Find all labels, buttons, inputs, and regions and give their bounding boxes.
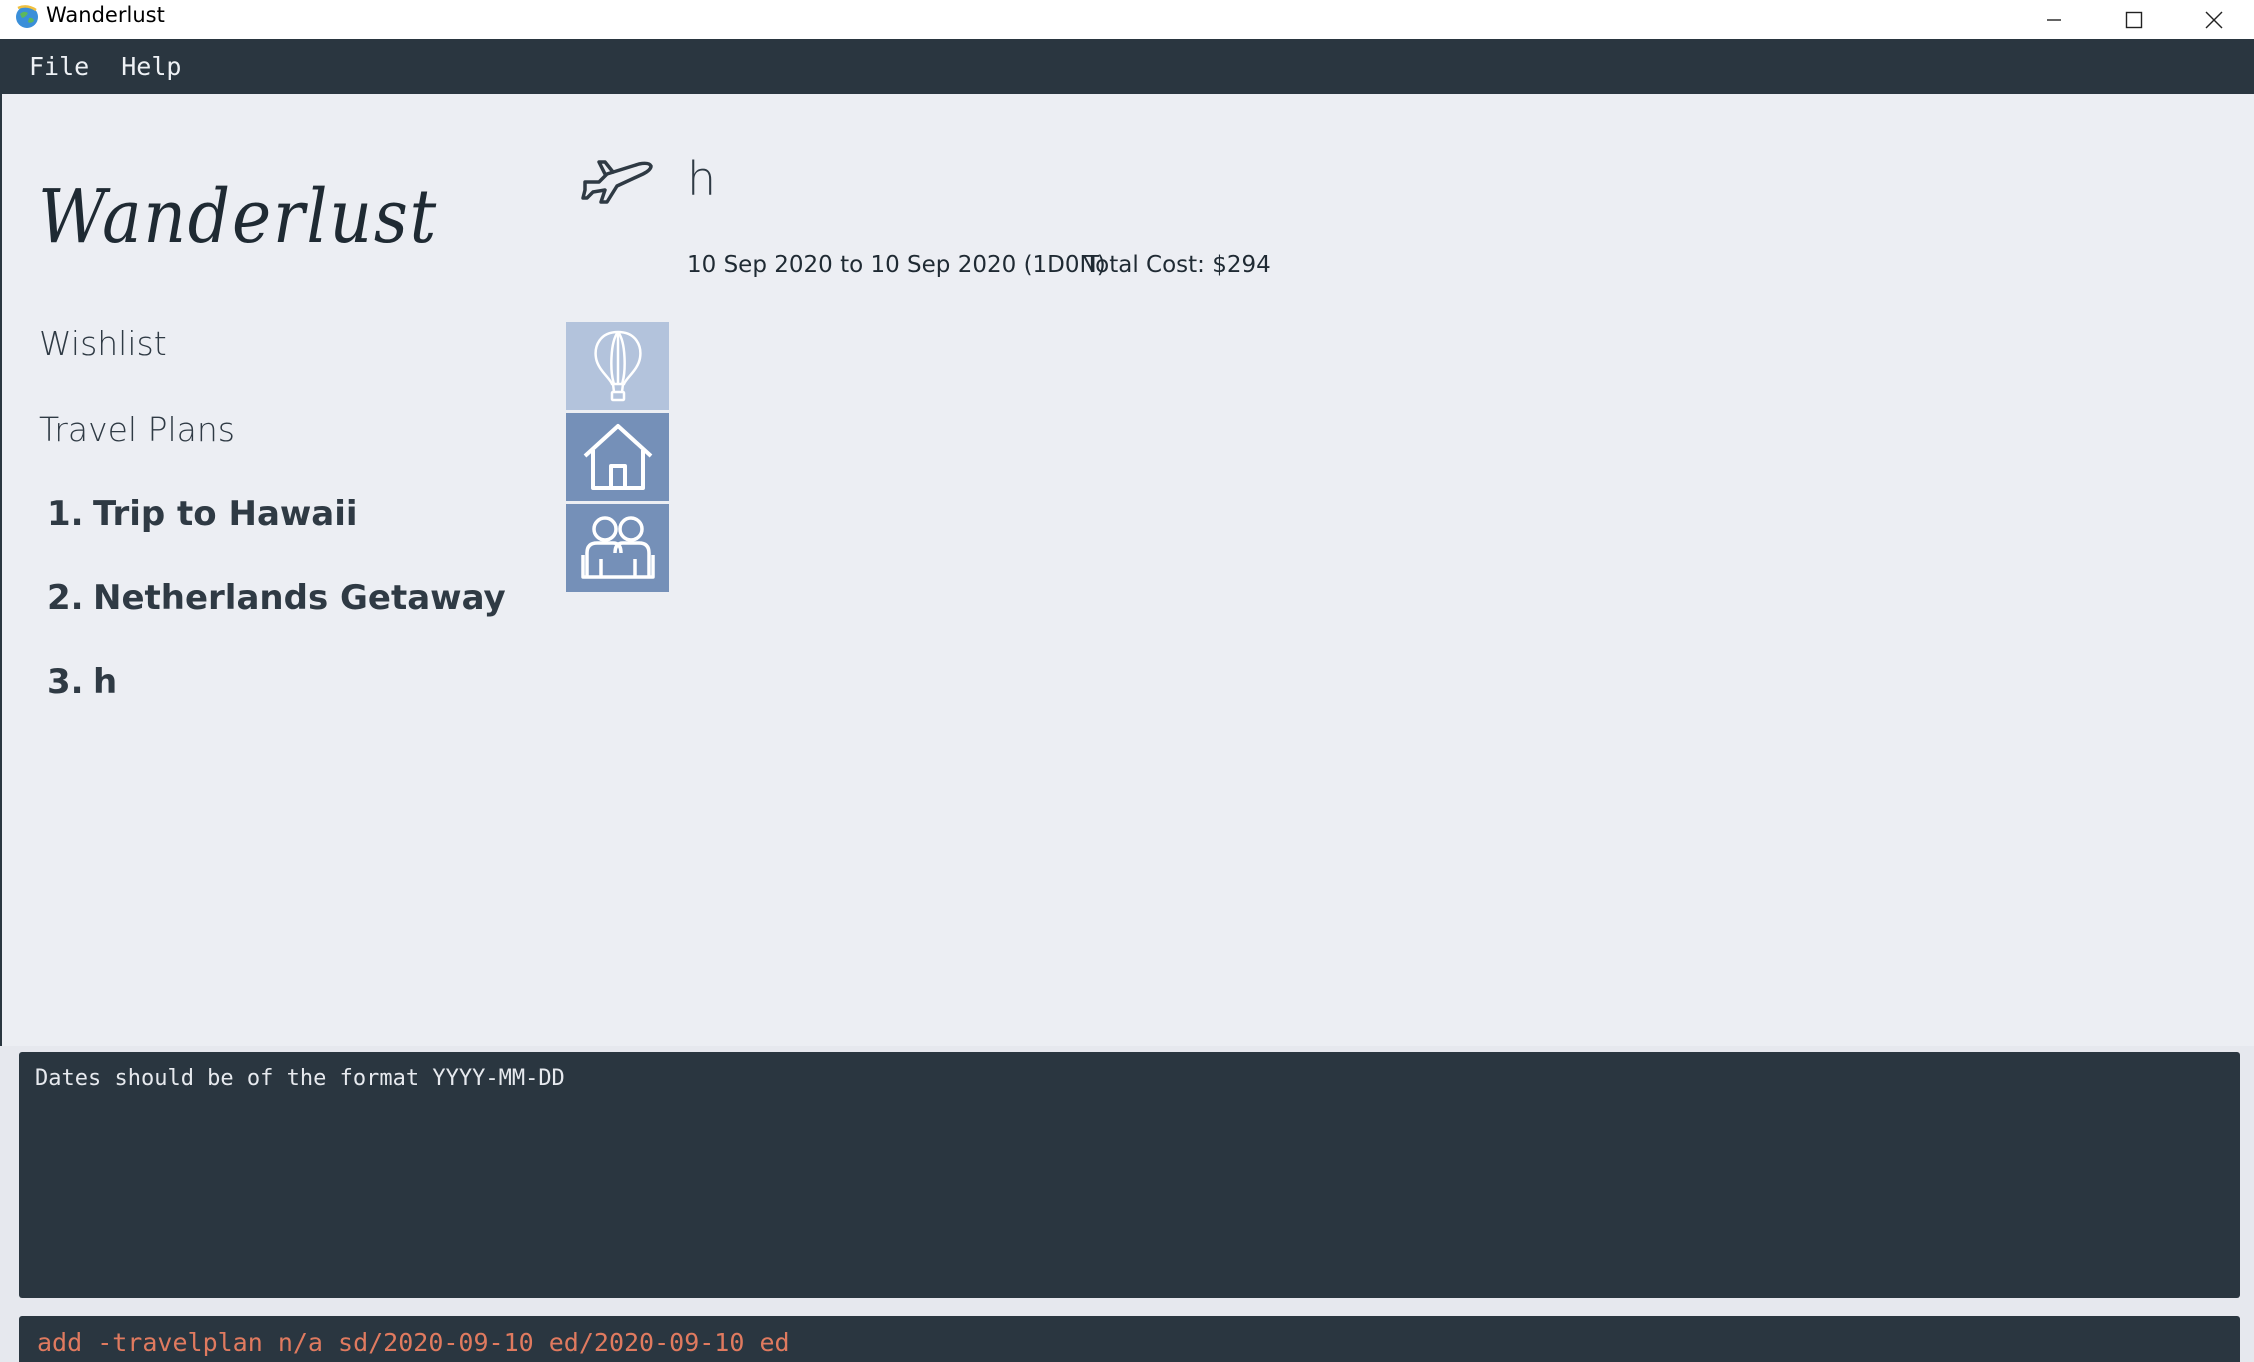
result-message: Dates should be of the format YYYY-MM-DD — [35, 1066, 565, 1091]
travel-plan-item[interactable]: 3. h — [47, 662, 117, 702]
plan-number: 2. — [47, 578, 84, 618]
close-button[interactable] — [2174, 0, 2254, 39]
app-globe-icon — [16, 5, 38, 28]
minimize-button[interactable] — [2014, 0, 2094, 39]
friends-icon — [580, 516, 655, 579]
total-cost: Total Cost: $294 — [1085, 252, 1271, 278]
house-icon — [583, 424, 652, 490]
tab-friends[interactable] — [566, 504, 669, 592]
tab-accommodations[interactable] — [566, 413, 669, 501]
plan-dates: 10 Sep 2020 to 10 Sep 2020 (1D0N) — [687, 252, 1106, 278]
tab-activities[interactable] — [566, 322, 669, 410]
window-title: Wanderlust — [46, 3, 165, 27]
plan-number: 1. — [47, 494, 84, 534]
close-icon — [2205, 11, 2223, 28]
maximize-button[interactable] — [2094, 0, 2174, 39]
plan-number: 3. — [47, 662, 84, 702]
menu-help[interactable]: Help — [121, 52, 181, 81]
plan-name: Netherlands Getaway — [93, 578, 506, 618]
travel-plan-item[interactable]: 2. Netherlands Getaway — [47, 578, 506, 618]
menu-bar: File Help — [0, 39, 2254, 94]
command-input[interactable] — [37, 1328, 2222, 1357]
minimize-icon — [2047, 18, 2061, 21]
maximize-icon — [2125, 11, 2143, 28]
wanderlust-logo: Wanderlust — [38, 174, 438, 260]
sidebar-wishlist[interactable]: Wishlist — [39, 324, 167, 363]
menu-file[interactable]: File — [29, 52, 89, 81]
plan-name: Trip to Hawaii — [93, 494, 358, 534]
hot-air-balloon-icon — [593, 330, 642, 402]
sidebar-travel-plans[interactable]: Travel Plans — [39, 410, 235, 449]
main-panel: Wanderlust Wishlist Travel Plans 1. Trip… — [0, 94, 2254, 1046]
plan-name: h — [93, 662, 118, 702]
plan-title: h — [687, 152, 717, 206]
title-bar: Wanderlust — [0, 0, 2254, 39]
command-box — [19, 1316, 2240, 1362]
result-display: Dates should be of the format YYYY-MM-DD — [19, 1052, 2240, 1298]
airplane-icon — [581, 160, 653, 204]
svg-text:Wanderlust: Wanderlust — [38, 174, 438, 260]
travel-plan-item[interactable]: 1. Trip to Hawaii — [47, 494, 358, 534]
